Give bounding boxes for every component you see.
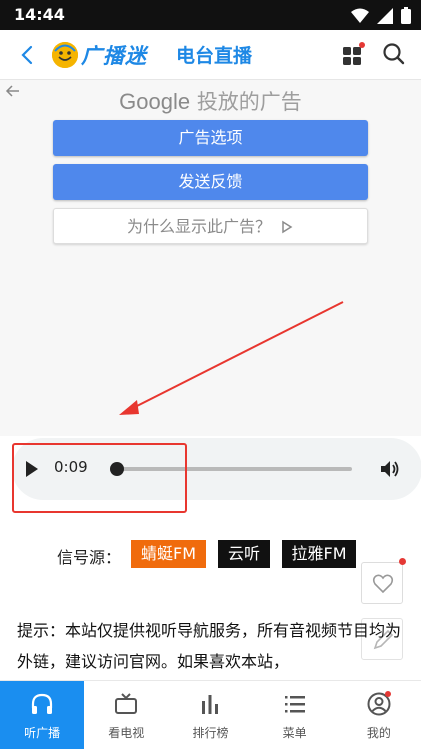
signal-label: 信号源： <box>57 548 122 567</box>
send-feedback-button[interactable]: 发送反馈 <box>53 164 368 200</box>
bar-chart-icon <box>202 695 219 714</box>
status-time: 14:44 <box>14 5 65 24</box>
headphones-icon <box>31 693 53 714</box>
notice-text: 提示：本站仅提供视听导航服务，所有音视频节目均为外链，建议访问官网。如果喜欢本站… <box>17 621 402 671</box>
nav-label: 菜单 <box>282 726 307 740</box>
why-this-ad-label: 为什么显示此广告？ <box>126 217 271 236</box>
signal-source-row: 信号源： 蜻蜓FM 云听 拉雅FM <box>0 540 421 568</box>
nav-profile[interactable]: 我的 <box>337 681 421 749</box>
grid-menu-icon[interactable] <box>340 42 366 68</box>
wifi-icon <box>351 8 369 23</box>
nav-menu[interactable]: 菜单 <box>253 681 337 749</box>
status-bar: 14:44 <box>0 0 421 30</box>
signal-icon <box>377 7 393 24</box>
tv-icon <box>115 693 138 714</box>
why-this-ad-button[interactable]: 为什么显示此广告？ <box>53 208 368 244</box>
app-logo[interactable]: 广播迷 <box>52 37 147 73</box>
logo-face-icon <box>52 42 78 68</box>
battery-icon <box>401 7 411 24</box>
page-title: 电台直播 <box>176 45 253 67</box>
ad-heading-text: 投放的广告 <box>196 90 302 114</box>
heart-icon <box>372 574 394 594</box>
nav-ranking[interactable]: 排行榜 <box>168 681 252 749</box>
source-yunting-button[interactable]: 云听 <box>218 540 270 568</box>
google-brand: Google <box>119 89 191 114</box>
volume-icon[interactable] <box>379 458 401 480</box>
back-arrow-icon[interactable] <box>14 40 42 70</box>
nav-label: 排行榜 <box>192 726 229 740</box>
search-icon[interactable] <box>380 40 408 68</box>
nav-label: 听广播 <box>24 726 61 740</box>
nav-listen-radio[interactable]: 听广播 <box>0 681 85 749</box>
notification-dot <box>399 558 406 565</box>
app-header: 广播迷 电台直播 <box>0 30 421 80</box>
favorite-button[interactable] <box>361 562 403 604</box>
menu-icon <box>284 696 305 713</box>
nav-watch-tv[interactable]: 看电视 <box>84 681 168 749</box>
bottom-nav: 听广播 看电视 排行榜 菜单 我的 <box>0 680 421 749</box>
ad-heading: Google 投放的广告 <box>0 86 421 116</box>
ad-options-button[interactable]: 广告选项 <box>53 120 368 156</box>
highlight-box-annotation <box>12 443 187 513</box>
logo-text: 广播迷 <box>81 44 147 68</box>
nav-label: 我的 <box>366 726 391 740</box>
user-icon <box>367 691 391 716</box>
adchoices-icon <box>282 220 293 234</box>
nav-label: 看电视 <box>108 726 145 740</box>
ad-area: Google 投放的广告 广告选项 发送反馈 为什么显示此广告？ <box>0 80 421 436</box>
source-qingting-button[interactable]: 蜻蜓FM <box>131 540 206 568</box>
source-layafm-button[interactable]: 拉雅FM <box>282 540 356 568</box>
status-icons <box>351 7 411 24</box>
